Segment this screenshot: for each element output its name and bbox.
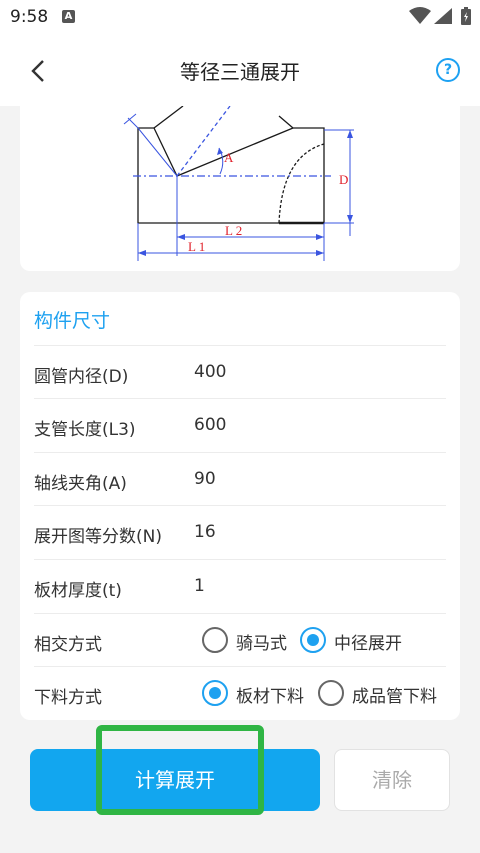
label-d: D bbox=[339, 172, 348, 187]
page-title: 等径三通展开 bbox=[180, 60, 300, 84]
radio-button-selected[interactable] bbox=[202, 680, 228, 706]
radio-label: 中径展开 bbox=[334, 634, 402, 654]
status-bar: 9:58 A bbox=[0, 0, 480, 34]
battery-icon bbox=[461, 7, 471, 25]
section-title: 构件尺寸 bbox=[34, 310, 111, 332]
field-label: 轴线夹角(A) bbox=[34, 474, 127, 494]
intersection-label: 相交方式 bbox=[34, 635, 102, 655]
field-row-thickness: 板材厚度(t) 1 bbox=[34, 559, 446, 612]
label-a: A bbox=[224, 150, 234, 165]
cutting-label: 下料方式 bbox=[34, 688, 102, 708]
clear-button[interactable]: 清除 bbox=[334, 749, 450, 811]
field-label: 展开图等分数(N) bbox=[34, 527, 162, 547]
diagram-card: A D L 2 L 1 bbox=[20, 106, 460, 271]
radio-label: 板材下料 bbox=[236, 687, 304, 707]
field-row-branch-length: 支管长度(L3) 600 bbox=[34, 398, 446, 451]
status-time: 9:58 bbox=[10, 7, 49, 27]
component-size-card: 构件尺寸 圆管内径(D) 400 支管长度(L3) 600 轴线夹角(A) 90… bbox=[20, 292, 460, 720]
radio-button[interactable] bbox=[202, 627, 228, 653]
field-value-divisions[interactable]: 16 bbox=[194, 522, 216, 542]
signal-icon bbox=[434, 8, 452, 24]
app-bar: 等径三通展开 ? bbox=[0, 34, 480, 106]
field-value-branch-length[interactable]: 600 bbox=[194, 415, 226, 435]
radio-sheet-cutting[interactable]: 板材下料 bbox=[202, 680, 318, 708]
tee-diagram: A D L 2 L 1 bbox=[123, 106, 354, 261]
help-icon[interactable]: ? bbox=[436, 58, 460, 82]
wifi-icon bbox=[409, 7, 431, 24]
radio-pipe-cutting[interactable]: 成品管下料 bbox=[318, 680, 448, 708]
field-label: 圆管内径(D) bbox=[34, 367, 129, 387]
cutting-row: 下料方式 板材下料 成品管下料 bbox=[34, 666, 446, 719]
field-label: 板材厚度(t) bbox=[34, 581, 122, 601]
radio-button-selected[interactable] bbox=[300, 627, 326, 653]
label-l2: L 2 bbox=[225, 223, 242, 238]
radio-label: 骑马式 bbox=[236, 634, 287, 654]
field-value-thickness[interactable]: 1 bbox=[194, 576, 205, 596]
label-l1: L 1 bbox=[188, 239, 205, 254]
radio-saddle[interactable]: 骑马式 bbox=[202, 627, 302, 655]
radio-mid-diameter[interactable]: 中径展开 bbox=[300, 627, 440, 655]
field-row-axis-angle: 轴线夹角(A) 90 bbox=[34, 452, 446, 505]
field-row-diameter: 圆管内径(D) 400 bbox=[34, 345, 446, 398]
highlight-box bbox=[96, 725, 264, 815]
field-value-diameter[interactable]: 400 bbox=[194, 362, 226, 382]
notification-icon: A bbox=[62, 10, 75, 23]
radio-label: 成品管下料 bbox=[352, 687, 437, 707]
radio-button[interactable] bbox=[318, 680, 344, 706]
field-row-divisions: 展开图等分数(N) 16 bbox=[34, 505, 446, 558]
field-label: 支管长度(L3) bbox=[34, 420, 136, 440]
intersection-row: 相交方式 骑马式 中径展开 bbox=[34, 613, 446, 666]
field-value-axis-angle[interactable]: 90 bbox=[194, 469, 216, 489]
